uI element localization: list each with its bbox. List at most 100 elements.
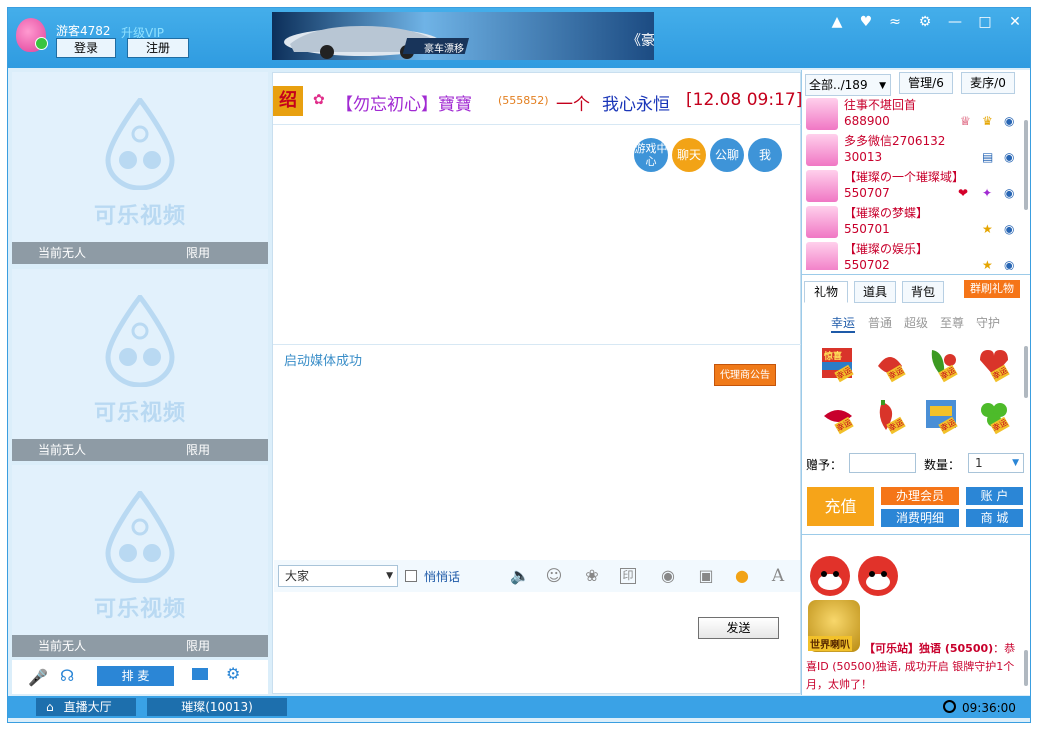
- gift-item[interactable]: 幸运: [820, 398, 858, 435]
- wifi-icon[interactable]: ≈: [887, 14, 903, 30]
- gift-category-guard[interactable]: 守护: [976, 314, 1000, 331]
- userlist-scrollbar[interactable]: [1024, 120, 1028, 210]
- slot-status: 当前无人: [38, 443, 87, 457]
- quantity-label: 数量：: [924, 458, 961, 472]
- heart-icon[interactable]: ♥: [858, 14, 874, 30]
- recipient-input[interactable]: [849, 453, 916, 473]
- user-row[interactable]: 【璀璨の娱乐】 550702 ★ ◉: [806, 240, 1028, 270]
- slot-status: 当前无人: [38, 639, 87, 653]
- shop-button[interactable]: 商 城: [966, 509, 1023, 527]
- cola-drop-logo: [105, 295, 175, 387]
- tab-admins[interactable]: 管理/6: [899, 72, 953, 94]
- banner-text: 《豪: [627, 33, 654, 49]
- recharge-button[interactable]: 充值: [807, 487, 874, 526]
- settings-icon[interactable]: ⚙: [226, 664, 240, 683]
- video-slot[interactable]: 可乐视频 当前无人 限用: [12, 72, 268, 264]
- gift-category-normal[interactable]: 普通: [868, 314, 892, 331]
- emoji-icon[interactable]: ☺: [544, 566, 564, 586]
- avatar[interactable]: [16, 18, 48, 52]
- spending-detail-button[interactable]: 消费明细: [881, 509, 959, 527]
- user-avatar: [806, 134, 838, 166]
- ticker-message-2: 我心永恒: [602, 95, 670, 115]
- flower-gift-icon[interactable]: ❀: [582, 566, 602, 586]
- close-icon[interactable]: ✕: [1007, 14, 1023, 30]
- gift-category-lucky[interactable]: 幸运: [831, 314, 856, 333]
- agent-notice-sign[interactable]: 代理商公告: [714, 364, 776, 386]
- gift-item[interactable]: 幸运: [924, 346, 962, 383]
- tab-all-users[interactable]: 全部../189 ▼: [805, 74, 891, 96]
- fruit-icon[interactable]: ●: [732, 566, 752, 586]
- gift-item[interactable]: 幸运: [976, 346, 1014, 383]
- public-chat-button[interactable]: 公聊: [710, 138, 744, 172]
- gift-item[interactable]: 幸运: [924, 398, 962, 435]
- star-badge-icon: ✦: [982, 186, 993, 200]
- ad-banner[interactable]: 豪车漂移 《豪: [272, 12, 654, 60]
- skin-icon[interactable]: ▲: [829, 14, 845, 30]
- tab-mic-queue[interactable]: 麦序/0: [961, 72, 1015, 94]
- minimize-icon[interactable]: —: [947, 14, 963, 30]
- tab-backpack[interactable]: 背包: [902, 281, 944, 303]
- camera-status-icon: ◉: [1004, 186, 1015, 200]
- user-name: 多多微信2706132: [844, 134, 946, 148]
- user-row[interactable]: 【璀璨の梦蝶】 550701 ★ ◉: [806, 204, 1028, 240]
- user-list[interactable]: 往事不堪回首 688900 ♕ ♛ ◉ 多多微信2706132 30013 ▤ …: [802, 96, 1028, 270]
- slot-limit: 限用: [186, 639, 211, 653]
- user-avatar: [806, 242, 838, 270]
- register-button[interactable]: 注册: [127, 38, 189, 58]
- whisper-checkbox[interactable]: [405, 570, 417, 582]
- game-center-button[interactable]: 游戏中心: [634, 138, 668, 172]
- box-icon[interactable]: ▣: [696, 566, 716, 586]
- live-hall-label: 直播大厅: [63, 700, 112, 714]
- quantity-select[interactable]: 1 ▼: [968, 453, 1024, 473]
- queue-mic-button[interactable]: 排 麦: [97, 666, 174, 686]
- camera-status-icon: ◉: [1004, 258, 1015, 270]
- user-id: 688900: [844, 114, 890, 128]
- user-id: 550701: [844, 222, 890, 236]
- fox-mascot-icon: [810, 556, 898, 596]
- user-name: 【璀璨の一个璀璨域】: [844, 170, 965, 184]
- user-row[interactable]: 【璀璨の一个璀璨域】 550707 ❤ ✦ ◉: [806, 168, 1028, 204]
- tab-gifts[interactable]: 礼物: [804, 281, 848, 303]
- whisper-label: 悄悄话: [424, 570, 461, 584]
- gift-category-supreme[interactable]: 至尊: [940, 314, 964, 331]
- gift-item[interactable]: 幸运: [872, 398, 910, 435]
- microphone-icon[interactable]: 🎤: [28, 668, 48, 687]
- tab-props[interactable]: 道具: [854, 281, 896, 303]
- user-row[interactable]: 往事不堪回首 688900 ♕ ♛ ◉: [806, 96, 1028, 132]
- gear-icon[interactable]: ⚙: [917, 14, 933, 30]
- user-row[interactable]: 多多微信2706132 30013 ▤ ◉: [806, 132, 1028, 168]
- gift-scrollbar[interactable]: [1024, 346, 1028, 398]
- gift-category-super[interactable]: 超级: [904, 314, 928, 331]
- gift-item[interactable]: 幸运: [976, 398, 1014, 435]
- tab-all-label: 全部../189: [809, 78, 868, 92]
- video-slot[interactable]: 可乐视频 当前无人 限用: [12, 269, 268, 461]
- webcam-icon[interactable]: ◉: [658, 566, 678, 586]
- group-gift-button[interactable]: 群刷礼物: [964, 280, 1020, 298]
- target-select[interactable]: 大家 ▼: [278, 565, 398, 587]
- font-icon[interactable]: A: [768, 566, 788, 586]
- divider: [802, 534, 1030, 535]
- login-button[interactable]: 登录: [56, 38, 116, 58]
- video-slot[interactable]: 可乐视频 当前无人 限用: [12, 465, 268, 657]
- room-tab[interactable]: 璀璨(10013): [147, 698, 287, 716]
- chat-input[interactable]: [274, 592, 800, 692]
- chat-mode-button[interactable]: 聊天: [672, 138, 706, 172]
- gift-surprise[interactable]: 惊喜 幸运: [820, 346, 858, 383]
- camera-icon[interactable]: [192, 668, 208, 680]
- send-button[interactable]: 发送: [698, 617, 779, 639]
- headphone-icon[interactable]: ☊: [60, 666, 74, 685]
- slot-limit: 限用: [186, 443, 211, 457]
- me-button[interactable]: 我: [748, 138, 782, 172]
- account-button[interactable]: 账 户: [966, 487, 1023, 505]
- broadcast-scrollbar[interactable]: [1024, 650, 1028, 686]
- live-hall-button[interactable]: ⌂ 直播大厅: [36, 698, 136, 716]
- membership-button[interactable]: 办理会员: [881, 487, 959, 505]
- volume-icon[interactable]: 🔈: [510, 566, 530, 586]
- maximize-icon[interactable]: □: [977, 14, 993, 30]
- crown-icon: ♛: [982, 114, 993, 128]
- stamp-icon[interactable]: 印: [620, 568, 636, 584]
- chevron-down-icon: ▼: [879, 81, 886, 91]
- give-to-label: 赠予：: [806, 458, 843, 472]
- gift-item[interactable]: 幸运: [872, 346, 910, 383]
- banner-sign: 豪车漂移: [424, 44, 464, 55]
